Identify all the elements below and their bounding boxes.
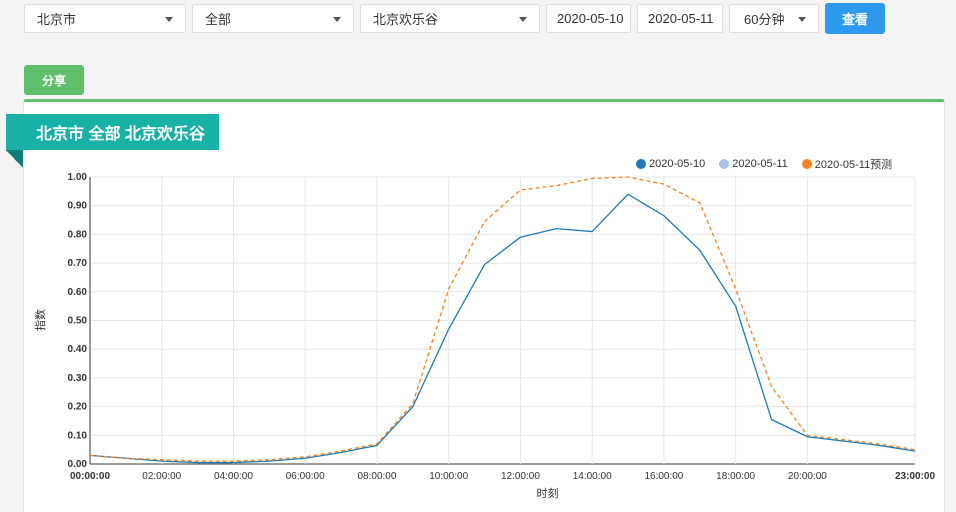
x-tick-label: 18:00:00 xyxy=(716,471,755,482)
y-tick-label: 0.00 xyxy=(68,459,88,470)
x-tick-label: 04:00:00 xyxy=(214,471,253,482)
y-tick-label: 0.10 xyxy=(68,430,88,441)
x-tick-label: 10:00:00 xyxy=(429,471,468,482)
x-tick-label: 00:00:00 xyxy=(70,471,110,482)
y-tick-label: 0.40 xyxy=(68,344,88,355)
y-axis-label: 指数 xyxy=(33,309,47,331)
y-tick-label: 0.70 xyxy=(68,258,88,269)
x-tick-label: 06:00:00 xyxy=(286,471,325,482)
x-tick-label: 02:00:00 xyxy=(142,471,181,482)
x-axis-label: 时刻 xyxy=(537,486,559,500)
x-tick-label: 14:00:00 xyxy=(573,471,612,482)
series-line-3 xyxy=(89,176,916,462)
y-tick-label: 0.90 xyxy=(68,201,88,212)
y-tick-label: 1.00 xyxy=(68,172,88,183)
y-tick-label: 0.30 xyxy=(68,373,88,384)
x-tick-label: 12:00:00 xyxy=(501,471,540,482)
x-tick-label: 23:00:00 xyxy=(895,471,935,482)
y-tick-label: 0.50 xyxy=(68,316,88,327)
x-tick-label: 16:00:00 xyxy=(644,471,683,482)
x-tick-label: 08:00:00 xyxy=(357,471,396,482)
line-chart: 0.00 0.10 0.20 0.30 0.40 0.50 0.60 0.70 0.80 0.90… xyxy=(33,172,935,500)
y-tick-label: 0.60 xyxy=(68,287,88,298)
y-tick-label: 0.20 xyxy=(68,402,88,413)
y-tick-label: 0.80 xyxy=(68,229,88,240)
x-tick-label: 20:00:00 xyxy=(788,471,827,482)
